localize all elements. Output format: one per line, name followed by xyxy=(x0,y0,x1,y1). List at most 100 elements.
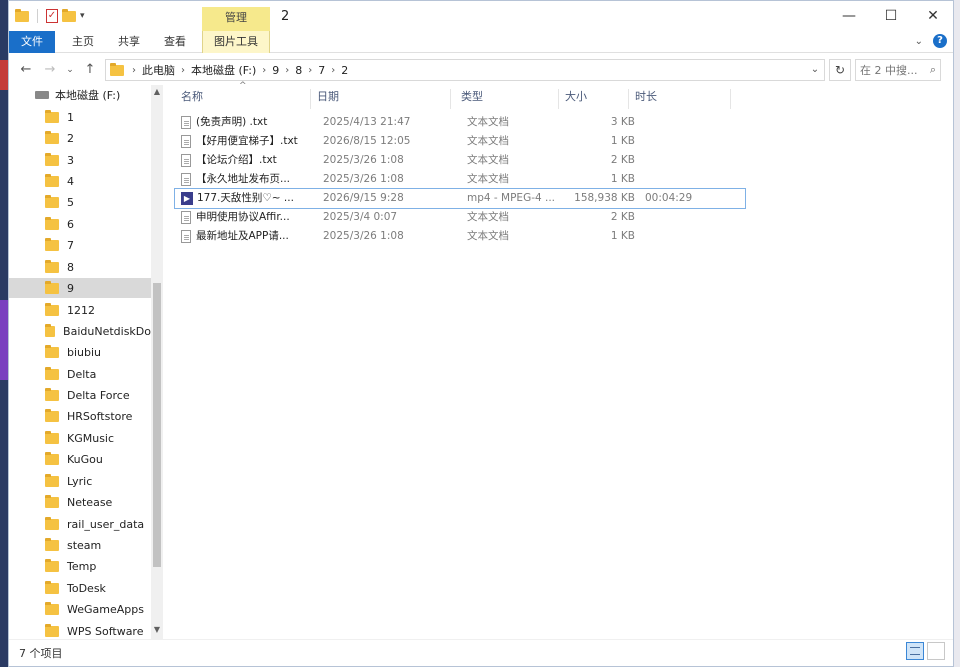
nav-folder-item[interactable]: ToDesk xyxy=(9,578,151,598)
nav-folder-item[interactable]: 6 xyxy=(9,214,151,234)
chevron-right-icon[interactable]: › xyxy=(132,65,136,76)
column-header-type[interactable]: 类型 xyxy=(455,89,559,109)
nav-folder-item[interactable]: 8 xyxy=(9,257,151,277)
divider xyxy=(37,9,38,23)
file-row[interactable]: 【论坛介绍】.txt 2025/3/26 1:08 文本文档 2 KB xyxy=(175,151,745,170)
file-name-cell: 【好用便宜梯子】.txt xyxy=(181,132,313,151)
nav-folder-item[interactable]: 1 xyxy=(9,107,151,127)
chevron-right-icon[interactable]: › xyxy=(262,65,266,76)
address-dropdown-icon[interactable]: ⌄ xyxy=(806,60,824,80)
nav-folder-item[interactable]: BaiduNetdiskDo xyxy=(9,321,151,341)
back-arrow-icon[interactable]: ← xyxy=(17,60,35,80)
nav-folder-item[interactable]: KuGou xyxy=(9,449,151,469)
tab-share[interactable]: 共享 xyxy=(109,31,149,53)
breadcrumb-7[interactable]: 7 xyxy=(318,64,325,77)
file-explorer-window: ✓ ▾ 管理 2 — ☐ ✕ 文件 主页 共享 查看 图片工具 ⌄ ? ← → … xyxy=(8,0,954,667)
column-header-duration[interactable]: 时长 xyxy=(629,89,731,109)
up-arrow-icon[interactable]: ↑ xyxy=(81,60,99,80)
drive-icon xyxy=(35,91,49,99)
file-date: 2025/3/4 0:07 xyxy=(323,211,398,223)
tab-file[interactable]: 文件 xyxy=(9,31,55,53)
nav-folder-label: 1212 xyxy=(67,303,95,317)
desktop-strip-left xyxy=(0,0,8,667)
details-view-icon xyxy=(910,647,920,655)
scroll-down-icon[interactable]: ▼ xyxy=(151,625,163,634)
file-row[interactable]: (免责声明) .txt 2025/4/13 21:47 文本文档 3 KB xyxy=(175,113,745,132)
scroll-up-icon[interactable]: ▲ xyxy=(151,87,163,96)
file-row-selected[interactable]: ▶ 177.天敌性别♡~ ... 2026/9/15 9:28 mp4 - MPE… xyxy=(174,188,746,209)
nav-folder-item[interactable]: Delta xyxy=(9,364,151,384)
file-duration xyxy=(645,227,735,246)
nav-folder-item[interactable]: 5 xyxy=(9,192,151,212)
nav-folder-label: Temp xyxy=(67,559,97,573)
nav-folder-item[interactable]: KGMusic xyxy=(9,428,151,448)
nav-folder-item[interactable]: HRSoftstore xyxy=(9,406,151,426)
column-header-date[interactable]: 日期 xyxy=(311,89,451,109)
nav-drive-f[interactable]: 本地磁盘 (F:) xyxy=(9,85,151,105)
chevron-right-icon[interactable]: › xyxy=(285,65,289,76)
nav-scrollbar[interactable]: ▲ ▼ xyxy=(151,85,163,639)
search-input[interactable] xyxy=(860,63,920,77)
refresh-button[interactable]: ↻ xyxy=(829,59,851,81)
tab-picture-tools[interactable]: 图片工具 xyxy=(202,31,270,53)
nav-folder-item[interactable]: 3 xyxy=(9,150,151,170)
folder-icon xyxy=(15,8,29,22)
nav-folder-item[interactable]: Temp xyxy=(9,556,151,576)
file-name-cell: 【永久地址发布页... xyxy=(181,170,313,189)
search-box[interactable]: ⌕ xyxy=(855,59,941,81)
breadcrumb-9[interactable]: 9 xyxy=(272,64,279,77)
chevron-right-icon[interactable]: › xyxy=(308,65,312,76)
folder-icon xyxy=(45,344,59,358)
file-row[interactable]: 【好用便宜梯子】.txt 2026/8/15 12:05 文本文档 1 KB xyxy=(175,132,745,151)
nav-folder-item[interactable]: 7 xyxy=(9,235,151,255)
nav-folder-item[interactable]: Lyric xyxy=(9,471,151,491)
item-count: 7 个项目 xyxy=(19,647,63,660)
file-row[interactable]: 最新地址及APP请... 2025/3/26 1:08 文本文档 1 KB xyxy=(175,227,745,246)
close-button[interactable]: ✕ xyxy=(913,5,953,27)
nav-folder-item[interactable]: 2 xyxy=(9,128,151,148)
column-header-name[interactable]: 名称 xyxy=(175,89,311,109)
file-name: 【论坛介绍】.txt xyxy=(196,154,277,166)
file-row[interactable]: 申明使用协议Affir... 2025/3/4 0:07 文本文档 2 KB xyxy=(175,208,745,227)
manage-context-tab[interactable]: 管理 xyxy=(202,7,270,31)
address-bar[interactable]: › 此电脑 › 本地磁盘 (F:) › 9 › 8 › 7 › 2 ⌄ xyxy=(105,59,825,81)
breadcrumb-this-pc[interactable]: 此电脑 xyxy=(142,62,175,78)
breadcrumb-2[interactable]: 2 xyxy=(341,64,348,77)
tab-view[interactable]: 查看 xyxy=(155,31,195,53)
column-headers: 名称 日期 类型 大小 时长 xyxy=(175,85,745,109)
breadcrumb-8[interactable]: 8 xyxy=(295,64,302,77)
nav-folder-item[interactable]: Delta Force xyxy=(9,385,151,405)
nav-folder-item[interactable]: WPS Software xyxy=(9,621,151,639)
scrollbar-thumb[interactable] xyxy=(153,283,161,567)
tab-home[interactable]: 主页 xyxy=(63,31,103,53)
nav-folder-item[interactable]: 1212 xyxy=(9,300,151,320)
search-icon[interactable]: ⌕ xyxy=(930,63,936,77)
properties-icon[interactable]: ✓ xyxy=(46,9,58,23)
chevron-down-icon[interactable]: ▾ xyxy=(80,11,85,21)
nav-folder-item[interactable]: 4 xyxy=(9,171,151,191)
nav-folder-item[interactable]: rail_user_data xyxy=(9,514,151,534)
breadcrumb-drive[interactable]: 本地磁盘 (F:) xyxy=(191,62,256,78)
nav-folder-item[interactable]: steam xyxy=(9,535,151,555)
expand-ribbon-icon[interactable]: ⌄ xyxy=(915,36,923,47)
nav-folder-item[interactable]: biubiu xyxy=(9,342,151,362)
chevron-right-icon[interactable]: › xyxy=(181,65,185,76)
new-folder-icon[interactable] xyxy=(62,8,76,22)
minimize-button[interactable]: — xyxy=(829,5,869,27)
recent-locations-icon[interactable]: ⌄ xyxy=(61,60,79,80)
file-name: 【好用便宜梯子】.txt xyxy=(196,135,298,147)
nav-folder-item-selected[interactable]: 9 xyxy=(9,278,151,298)
nav-folder-item[interactable]: WeGameApps xyxy=(9,599,151,619)
chevron-right-icon[interactable]: › xyxy=(331,65,335,76)
file-row[interactable]: 【永久地址发布页... 2025/3/26 1:08 文本文档 1 KB xyxy=(175,170,745,189)
forward-arrow-icon[interactable]: → xyxy=(41,60,59,80)
column-header-size[interactable]: 大小 xyxy=(559,89,629,109)
nav-folder-label: KGMusic xyxy=(67,431,115,445)
maximize-button[interactable]: ☐ xyxy=(871,5,911,27)
file-list: (免责声明) .txt 2025/4/13 21:47 文本文档 3 KB 【好… xyxy=(174,113,746,246)
nav-folder-item[interactable]: Netease xyxy=(9,492,151,512)
help-icon[interactable]: ? xyxy=(933,34,947,48)
details-view-button[interactable] xyxy=(906,642,924,660)
large-icons-view-button[interactable] xyxy=(927,642,945,660)
file-name: 【永久地址发布页... xyxy=(196,173,291,185)
